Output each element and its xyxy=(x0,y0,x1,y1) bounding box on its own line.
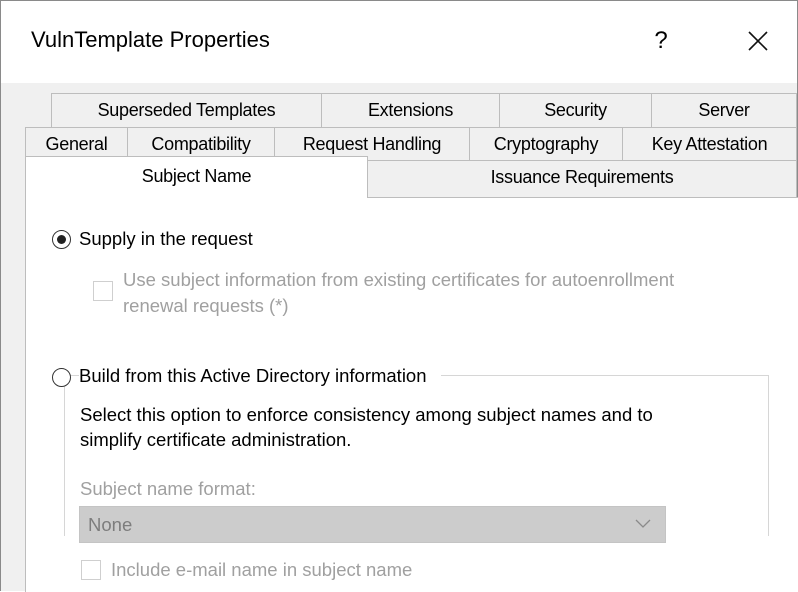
close-button[interactable] xyxy=(736,21,780,61)
radio-selected-dot xyxy=(56,234,66,244)
dialog-window: VulnTemplate Properties ? Superseded Tem… xyxy=(0,0,798,592)
ad-description-line1: Select this option to enforce consistenc… xyxy=(80,404,653,425)
autoenrollment-checkbox[interactable] xyxy=(93,281,113,301)
include-email-label: Include e-mail name in subject name xyxy=(111,559,413,580)
help-button[interactable]: ? xyxy=(641,23,681,59)
tab-superseded-templates[interactable]: Superseded Templates xyxy=(51,93,322,128)
supply-in-request-label[interactable]: Supply in the request xyxy=(79,228,253,250)
subject-name-format-value: None xyxy=(88,514,133,535)
build-from-ad-label[interactable]: Build from this Active Directory informa… xyxy=(79,365,441,387)
build-from-ad-radio[interactable] xyxy=(52,368,71,387)
ad-description-line2: simplify certificate administration. xyxy=(80,429,352,450)
include-email-checkbox[interactable] xyxy=(81,560,101,580)
subject-name-format-select[interactable]: None xyxy=(79,506,666,543)
tab-subject-name[interactable]: Subject Name xyxy=(25,156,368,198)
window-title: VulnTemplate Properties xyxy=(31,27,270,52)
autoenrollment-label-line1: Use subject information from existing ce… xyxy=(123,269,675,290)
tab-cryptography[interactable]: Cryptography xyxy=(469,127,623,162)
close-icon xyxy=(748,31,768,51)
tab-key-attestation[interactable]: Key Attestation xyxy=(622,127,797,162)
title-bar: VulnTemplate Properties ? xyxy=(1,1,797,83)
supply-in-request-radio[interactable] xyxy=(52,230,71,249)
chevron-down-icon xyxy=(635,519,651,528)
subject-name-format-label: Subject name format: xyxy=(80,478,256,499)
tab-issuance-requirements[interactable]: Issuance Requirements xyxy=(367,160,797,197)
autoenrollment-label-line2: renewal requests (*) xyxy=(123,295,289,316)
tab-extensions[interactable]: Extensions xyxy=(321,93,500,128)
tab-server[interactable]: Server xyxy=(651,93,797,128)
tab-security[interactable]: Security xyxy=(499,93,652,128)
